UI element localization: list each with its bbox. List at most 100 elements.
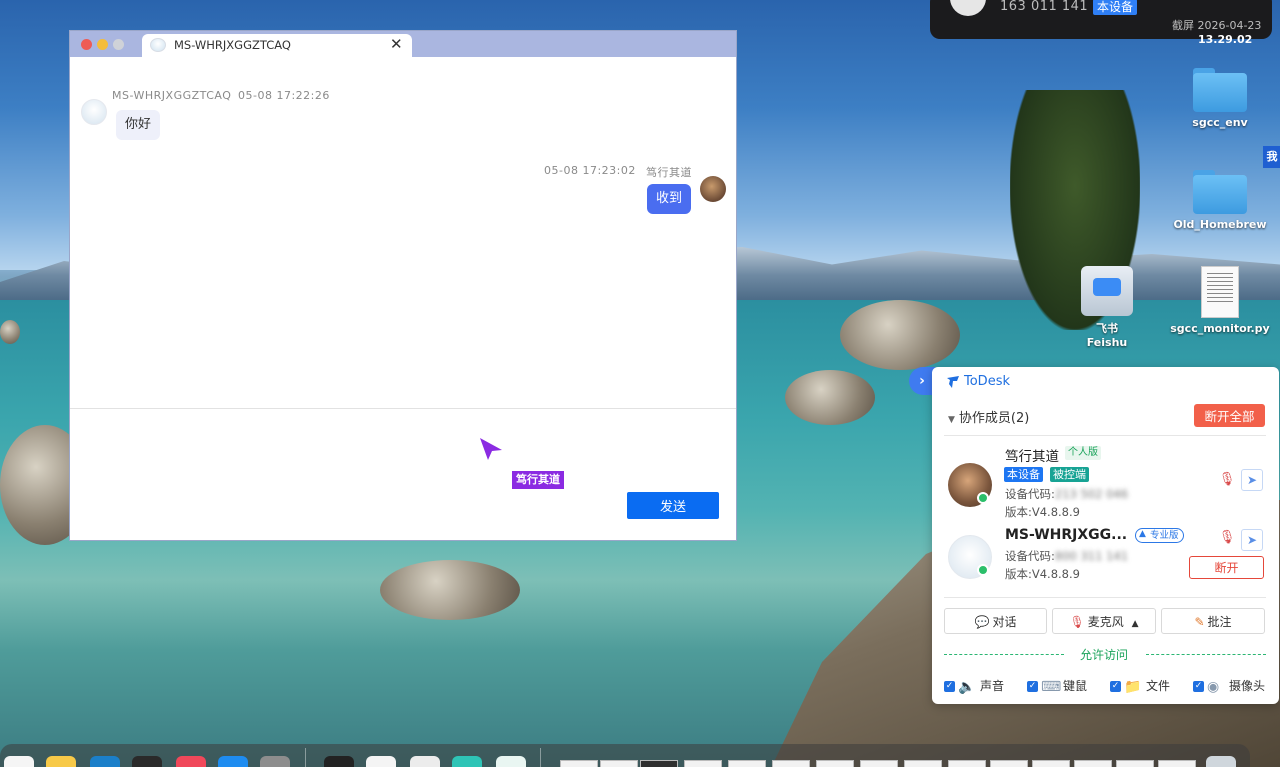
message-bubble-received: 你好: [116, 110, 161, 140]
feishu-app-icon: [1081, 266, 1133, 316]
pointer-control-icon[interactable]: ➤: [1241, 469, 1263, 491]
minimize-window-button[interactable]: [97, 39, 108, 50]
online-status-icon: [977, 564, 989, 576]
dock-app-icon[interactable]: [366, 756, 396, 767]
dock-app-icon[interactable]: [496, 756, 526, 767]
mic-muted-icon: 🎙: [1069, 614, 1085, 629]
tab-title: MS-WHRJXGGZTCAQ: [174, 38, 291, 52]
zoom-window-button[interactable]: [113, 39, 124, 50]
message-input[interactable]: [70, 409, 736, 499]
screenshot-time: 13.29.02: [1198, 33, 1253, 46]
dock-divider: [305, 748, 306, 767]
close-window-button[interactable]: [81, 39, 92, 50]
close-tab-icon[interactable]: ✕: [390, 35, 403, 53]
disconnect-button[interactable]: 断开: [1189, 556, 1264, 579]
avatar: [950, 0, 986, 16]
permission-keyboard-mouse[interactable]: ✓ ⌨ 键鼠: [1027, 677, 1087, 695]
notification-tag: 本设备: [1093, 0, 1138, 15]
dock-window-thumbnail[interactable]: [728, 760, 766, 767]
controlled-badge: 被控端: [1050, 467, 1089, 482]
permission-label: 摄像头: [1229, 679, 1266, 693]
chat-button[interactable]: 💬 对话: [944, 608, 1047, 634]
member-name: 笃行其道: [1005, 449, 1059, 465]
desktop-icon-label: sgcc_monitor.py: [1170, 322, 1270, 335]
device-code: 设备代码:800 311 141: [1005, 549, 1129, 563]
dock-window-thumbnail[interactable]: [904, 760, 942, 767]
checkbox-checked-icon[interactable]: ✓: [1193, 681, 1204, 692]
desktop-icon-sgcc-monitor[interactable]: sgcc_monitor.py: [1170, 266, 1270, 335]
allow-access-divider: 允许访问: [944, 646, 1266, 662]
folder-icon: 📁: [1124, 678, 1142, 695]
dock-window-thumbnail[interactable]: [1074, 760, 1112, 767]
microphone-button[interactable]: 🎙 麦克风 ▲: [1052, 608, 1156, 634]
python-file-icon: [1201, 266, 1239, 318]
chat-tab[interactable]: MS-WHRJXGGZTCAQ ✕: [142, 34, 412, 57]
annotate-button-label: 批注: [1207, 614, 1232, 629]
desktop-icon-label: sgcc_env: [1192, 116, 1248, 129]
desktop-icon-feishu[interactable]: 飞书 Feishu: [1074, 266, 1140, 349]
permission-sound[interactable]: ✓ 🔈 声音: [944, 677, 1004, 695]
dock-window-thumbnail[interactable]: [1116, 760, 1154, 767]
chat-button-label: 对话: [992, 614, 1017, 629]
members-header[interactable]: ▼ 协作成员(2): [948, 407, 1029, 426]
permission-file[interactable]: ✓ 📁 文件: [1110, 677, 1170, 695]
pro-edition-badge: 专业版: [1135, 528, 1184, 543]
dock-app-icon[interactable]: [260, 756, 290, 767]
message-sender: MS-WHRJXGGZTCAQ: [112, 89, 232, 102]
chat-window: MS-WHRJXGGZTCAQ ✕ MS-WHRJXGGZTCAQ 05-08 …: [69, 30, 737, 541]
version-text: 版本:V4.8.8.9: [1005, 567, 1080, 581]
avatar: [81, 99, 107, 125]
divider: [944, 435, 1266, 436]
dock-app-icon[interactable]: [4, 756, 34, 767]
dock-app-icon[interactable]: [410, 756, 440, 767]
send-button[interactable]: 发送: [627, 492, 719, 519]
dock-app-icon[interactable]: [132, 756, 162, 767]
mic-muted-icon[interactable]: 🎙: [1218, 472, 1236, 490]
dock-window-thumbnail[interactable]: [600, 760, 638, 767]
close-icon[interactable]: ✕: [1207, 0, 1215, 3]
disconnect-all-button[interactable]: 断开全部: [1194, 404, 1265, 427]
pointer-control-icon[interactable]: ➤: [1241, 529, 1263, 551]
checkbox-checked-icon[interactable]: ✓: [944, 681, 955, 692]
todesk-logo-icon: [947, 376, 959, 388]
dock-window-thumbnail[interactable]: [560, 760, 598, 767]
dock-app-icon[interactable]: [218, 756, 248, 767]
dock-window-thumbnail[interactable]: [990, 760, 1028, 767]
dock-app-icon[interactable]: [90, 756, 120, 767]
todesk-panel: ToDesk ▼ 协作成员(2) 断开全部 笃行其道 个人版 本设备 被控端 设备…: [932, 367, 1279, 704]
avatar: [700, 176, 726, 202]
window-titlebar[interactable]: MS-WHRJXGGZTCAQ ✕: [70, 31, 736, 57]
dock-window-thumbnail[interactable]: [1158, 760, 1196, 767]
side-tab[interactable]: 我: [1263, 146, 1280, 168]
dock-app-icon[interactable]: [452, 756, 482, 767]
message-bubble-sent: 收到: [647, 184, 691, 214]
mic-muted-icon[interactable]: 🎙: [1218, 530, 1236, 548]
member-name: MS-WHRJXGG...: [1005, 527, 1128, 543]
dock-window-thumbnail[interactable]: [684, 760, 722, 767]
message-time: 05-08 17:23:02: [544, 164, 636, 177]
dock-window-thumbnail[interactable]: [640, 760, 678, 767]
dock-app-icon[interactable]: [176, 756, 206, 767]
dock-window-thumbnail[interactable]: [772, 760, 810, 767]
annotate-button[interactable]: ✎ 批注: [1161, 608, 1265, 634]
desktop-icon-sgcc-env[interactable]: sgcc_env: [1188, 68, 1252, 129]
dock-window-thumbnail[interactable]: [860, 760, 898, 767]
this-device-badge: 本设备: [1004, 467, 1043, 482]
divider: [944, 597, 1266, 598]
message-sender: 笃行其道: [646, 166, 692, 179]
folder-icon: [1193, 170, 1247, 214]
checkbox-checked-icon[interactable]: ✓: [1110, 681, 1121, 692]
permission-camera[interactable]: ✓ ◉ 摄像头: [1193, 677, 1266, 695]
desktop-icon-old-homebrew[interactable]: Old_Homebrew: [1172, 170, 1268, 231]
pen-icon: ✎: [1194, 614, 1205, 629]
dock-window-thumbnail[interactable]: [948, 760, 986, 767]
dock-window-thumbnail[interactable]: [1032, 760, 1070, 767]
microphone-button-label: 麦克风: [1087, 614, 1124, 629]
checkbox-checked-icon[interactable]: ✓: [1027, 681, 1038, 692]
dock-window-thumbnail[interactable]: [816, 760, 854, 767]
dock-app-icon[interactable]: [46, 756, 76, 767]
online-status-icon: [977, 492, 989, 504]
folder-icon: [1193, 68, 1247, 112]
dock-app-icon[interactable]: [324, 756, 354, 767]
trash-icon[interactable]: [1206, 756, 1236, 767]
